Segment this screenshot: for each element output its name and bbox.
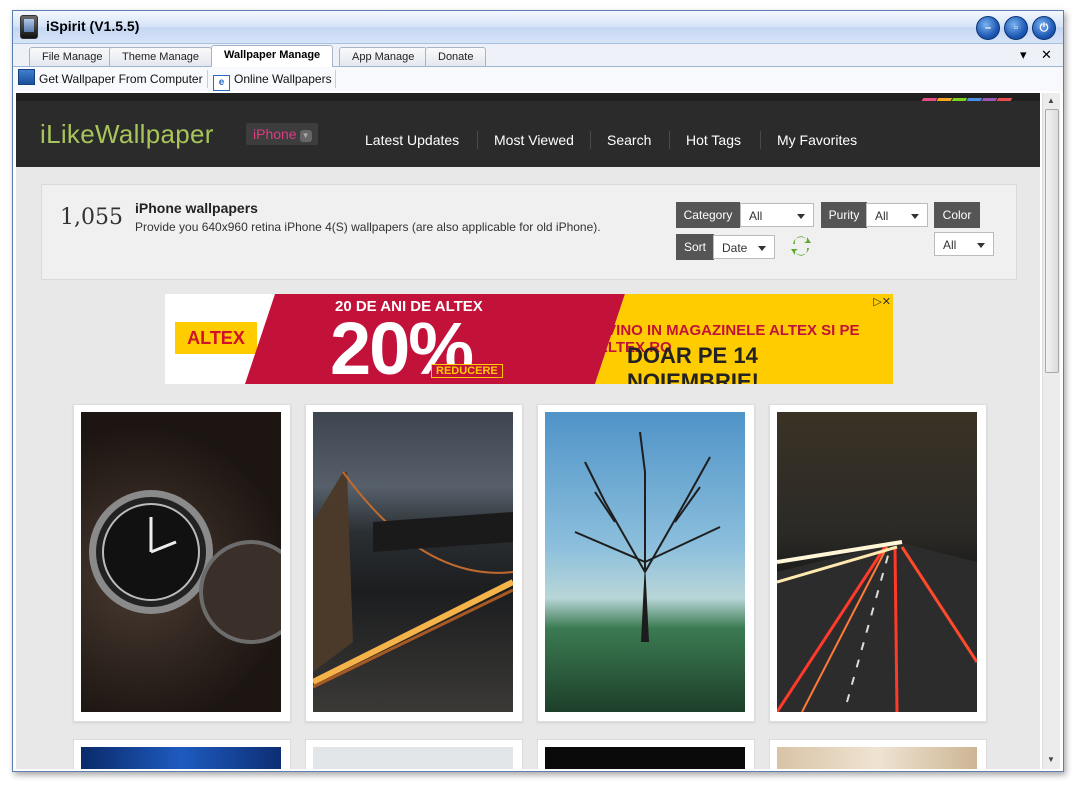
- wallpaper-image: [545, 747, 745, 769]
- watch-image: [81, 412, 281, 712]
- wallpaper-thumbnail[interactable]: [305, 739, 523, 769]
- chevron-down-icon: [977, 243, 985, 248]
- color-stripes: [918, 93, 1013, 106]
- online-wallpapers-button[interactable]: e Online Wallpapers: [213, 69, 332, 91]
- nav-divider: [669, 131, 670, 149]
- color-value: All: [943, 238, 957, 252]
- tab-app-manage[interactable]: App Manage: [339, 47, 428, 66]
- nav-divider: [760, 131, 761, 149]
- bridge-image: [313, 412, 513, 712]
- info-panel: 1,055 iPhone wallpapers Provide you 640x…: [41, 184, 1017, 280]
- toolbar: Get Wallpaper From Computer e Online Wall…: [13, 67, 1063, 91]
- ad-badge: REDUCERE: [431, 364, 503, 378]
- monitor-icon: [18, 69, 35, 85]
- nav-search[interactable]: Search: [607, 132, 651, 148]
- ad-brand-logo: ALTEX: [175, 322, 257, 354]
- toolbar-divider: [207, 70, 208, 88]
- nav-my-favorites[interactable]: My Favorites: [777, 132, 857, 148]
- color-select[interactable]: All: [934, 232, 994, 256]
- purity-select[interactable]: All: [866, 203, 928, 227]
- wallpaper-thumbnail[interactable]: [73, 739, 291, 769]
- app-window: iSpirit (V1.5.5) – ▫ ⏻ File Manage Theme…: [12, 10, 1064, 772]
- toolbar-divider: [335, 70, 336, 88]
- chevron-down-icon: [911, 214, 919, 219]
- online-wallpapers-label: Online Wallpapers: [234, 72, 332, 86]
- wallpaper-image: [777, 747, 977, 769]
- ad-line-2: DOAR PE 14 NOIEMBRIE!: [627, 343, 759, 384]
- tree-image: [545, 412, 745, 712]
- title-bar: iSpirit (V1.5.5) – ▫ ⏻: [13, 11, 1063, 44]
- tab-donate[interactable]: Donate: [425, 47, 487, 66]
- highway-image: [777, 412, 977, 712]
- site-header: iLikeWallpaper iPhone ▼ Latest Updates Mo…: [16, 101, 1040, 167]
- ad-close-icon[interactable]: ▷✕: [873, 295, 891, 308]
- minimize-button[interactable]: –: [976, 16, 1000, 40]
- tab-wallpaper-manage[interactable]: Wallpaper Manage: [211, 45, 334, 67]
- scroll-down-icon[interactable]: ▼: [1047, 755, 1055, 764]
- color-label: Color: [934, 202, 980, 228]
- window-title: iSpirit (V1.5.5): [46, 18, 140, 34]
- scrollbar-thumb[interactable]: [1045, 109, 1059, 373]
- chevron-down-icon: [758, 246, 766, 251]
- tab-close-icon[interactable]: ✕: [1041, 47, 1052, 63]
- chevron-down-icon: [797, 214, 805, 219]
- info-title: iPhone wallpapers: [135, 200, 258, 216]
- nav-most-viewed[interactable]: Most Viewed: [494, 132, 574, 148]
- wallpaper-thumbnail[interactable]: [769, 739, 987, 769]
- tab-theme-manage[interactable]: Theme Manage: [109, 47, 213, 66]
- info-description: Provide you 640x960 retina iPhone 4(S) w…: [135, 220, 601, 234]
- wallpaper-image: [313, 747, 513, 769]
- wallpaper-thumbnail[interactable]: [537, 404, 755, 722]
- power-close-button[interactable]: ⏻: [1032, 16, 1056, 40]
- maximize-button[interactable]: ▫: [1004, 16, 1028, 40]
- purity-label: Purity: [821, 202, 867, 228]
- nav-latest-updates[interactable]: Latest Updates: [365, 132, 459, 148]
- sort-value: Date: [722, 241, 748, 255]
- get-wallpaper-button[interactable]: Get Wallpaper From Computer: [18, 69, 203, 89]
- wallpaper-thumbnail[interactable]: [769, 404, 987, 722]
- sort-label: Sort: [676, 234, 714, 260]
- tab-menu-icon[interactable]: ▾: [1020, 47, 1027, 63]
- get-wallpaper-label: Get Wallpaper From Computer: [39, 72, 203, 86]
- vertical-scrollbar[interactable]: ▲ ▼: [1042, 93, 1060, 769]
- wallpaper-count: 1,055: [60, 205, 123, 230]
- refresh-icon[interactable]: [789, 234, 813, 258]
- wallpaper-thumbnail[interactable]: [73, 404, 291, 722]
- device-selector[interactable]: iPhone ▼: [246, 123, 318, 145]
- chevron-down-icon: ▼: [299, 130, 312, 142]
- category-value: All: [749, 209, 763, 223]
- device-label: iPhone: [253, 126, 297, 142]
- web-content: iLikeWallpaper iPhone ▼ Latest Updates Mo…: [16, 93, 1040, 769]
- browser-icon: e: [213, 75, 230, 91]
- site-logo[interactable]: iLikeWallpaper: [40, 119, 214, 150]
- nav-divider: [590, 131, 591, 149]
- wallpaper-image: [81, 747, 281, 769]
- wallpaper-thumbnail[interactable]: [305, 404, 523, 722]
- nav-divider: [477, 131, 478, 149]
- sort-select[interactable]: Date: [713, 235, 775, 259]
- category-label: Category: [676, 202, 740, 228]
- app-icon: [20, 15, 38, 39]
- purity-value: All: [875, 209, 889, 223]
- scroll-up-icon[interactable]: ▲: [1047, 96, 1055, 105]
- wallpaper-thumbnail[interactable]: [537, 739, 755, 769]
- category-select[interactable]: All: [740, 203, 814, 227]
- advertisement-banner[interactable]: ALTEX 20 DE ANI DE ALTEX 20% REDUCERE › …: [165, 294, 893, 384]
- tab-file-manage[interactable]: File Manage: [29, 47, 116, 66]
- nav-hot-tags[interactable]: Hot Tags: [686, 132, 741, 148]
- tab-bar: File Manage Theme Manage Wallpaper Manag…: [13, 44, 1063, 67]
